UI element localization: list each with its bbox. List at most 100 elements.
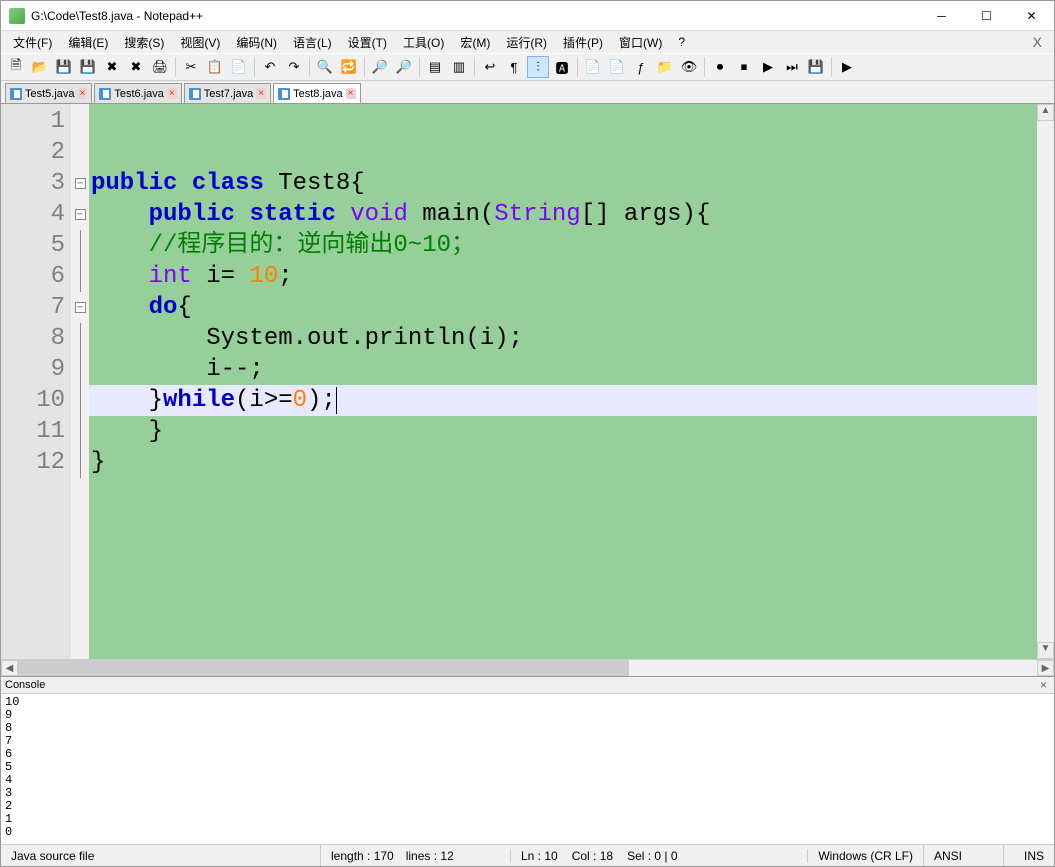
monitor-icon[interactable]: 👁	[678, 56, 700, 78]
undo-icon[interactable]: ↶	[259, 56, 281, 78]
record-icon[interactable]: ⏺	[709, 56, 731, 78]
menu-window[interactable]: 窗口(W)	[611, 32, 670, 53]
menu-search[interactable]: 搜索(S)	[116, 32, 172, 53]
folder-icon[interactable]: 📁	[654, 56, 676, 78]
toolbar-separator	[175, 57, 176, 77]
vertical-scrollbar[interactable]: ▲ ▼	[1037, 104, 1054, 659]
status-ln: Ln : 10	[521, 849, 558, 863]
tab-test5[interactable]: Test5.java ×	[5, 83, 92, 103]
tab-label: Test7.java	[204, 88, 254, 100]
tab-test8[interactable]: Test8.java ×	[273, 83, 360, 103]
tab-label: Test6.java	[114, 88, 164, 100]
toolbar-separator	[364, 57, 365, 77]
status-position: Ln : 10 Col : 18 Sel : 0 | 0	[511, 849, 808, 863]
paste-icon[interactable]: 📄	[228, 56, 250, 78]
print-icon[interactable]: 🖨	[149, 56, 171, 78]
redo-icon[interactable]: ↷	[283, 56, 305, 78]
zoom-out-icon[interactable]: 🔎	[393, 56, 415, 78]
user-lang-icon[interactable]: 🅰	[551, 56, 573, 78]
func-list-icon[interactable]: ƒ	[630, 56, 652, 78]
scroll-track[interactable]	[1037, 121, 1054, 642]
menu-language[interactable]: 语言(L)	[285, 32, 340, 53]
file-icon	[278, 88, 290, 100]
menu-help[interactable]: ?	[670, 33, 693, 51]
fold-column	[71, 104, 89, 659]
menu-settings[interactable]: 设置(T)	[340, 32, 395, 53]
menu-file[interactable]: 文件(F)	[5, 32, 60, 53]
file-icon	[10, 88, 22, 100]
code-editor[interactable]: public class Test8{ public static void m…	[89, 104, 1037, 659]
menu-tools[interactable]: 工具(O)	[395, 32, 452, 53]
minimize-button[interactable]: ─	[919, 1, 964, 30]
tab-test6[interactable]: Test6.java ×	[94, 83, 181, 103]
doc-list-icon[interactable]: 📄	[606, 56, 628, 78]
tab-close-icon[interactable]: ×	[78, 88, 88, 99]
playback-icon[interactable]: ⏭	[781, 56, 803, 78]
status-sel: Sel : 0 | 0	[627, 849, 677, 863]
menu-docclose-icon[interactable]: X	[1025, 34, 1050, 50]
tab-close-icon[interactable]: ×	[167, 88, 177, 99]
status-filetype: Java source file	[1, 845, 321, 866]
menu-encoding[interactable]: 编码(N)	[228, 32, 285, 53]
menu-edit[interactable]: 编辑(E)	[60, 32, 116, 53]
menu-run[interactable]: 运行(R)	[498, 32, 555, 53]
app-icon	[9, 8, 25, 24]
close-button[interactable]: ✕	[1009, 1, 1054, 30]
save-macro-icon[interactable]: 💾	[805, 56, 827, 78]
tab-label: Test5.java	[25, 88, 75, 100]
new-file-icon[interactable]: 🗎	[5, 56, 27, 78]
menu-macro[interactable]: 宏(M)	[452, 32, 498, 53]
file-icon	[99, 88, 111, 100]
console-close-icon[interactable]: ×	[1037, 678, 1050, 692]
doc-map-icon[interactable]: 📄	[582, 56, 604, 78]
toolbar-separator	[704, 57, 705, 77]
copy-icon[interactable]: 📋	[204, 56, 226, 78]
tab-close-icon[interactable]: ×	[346, 88, 356, 99]
scroll-thumb[interactable]	[18, 660, 629, 676]
stop-icon[interactable]: ⏹	[733, 56, 755, 78]
title-bar: G:\Code\Test8.java - Notepad++ ─ ☐ ✕	[1, 1, 1054, 31]
tab-close-icon[interactable]: ×	[256, 88, 266, 99]
console-title: Console	[5, 679, 45, 691]
file-icon	[189, 88, 201, 100]
indent-guide-icon[interactable]: ⫶	[527, 56, 549, 78]
close-file-icon[interactable]: ✖	[101, 56, 123, 78]
save-icon[interactable]: 💾	[53, 56, 75, 78]
cut-icon[interactable]: ✂	[180, 56, 202, 78]
save-all-icon[interactable]: 💾	[77, 56, 99, 78]
menu-view[interactable]: 视图(V)	[172, 32, 228, 53]
replace-icon[interactable]: 🔁	[338, 56, 360, 78]
status-col: Col : 18	[572, 849, 613, 863]
toolbar-separator	[254, 57, 255, 77]
status-bar: Java source file length : 170 lines : 12…	[1, 844, 1054, 866]
tab-label: Test8.java	[293, 88, 343, 100]
line-number-gutter: 123456789101112	[1, 104, 71, 659]
sync-vert-icon[interactable]: ▤	[424, 56, 446, 78]
status-lines: lines : 12	[406, 849, 454, 863]
window-controls: ─ ☐ ✕	[919, 1, 1054, 30]
toolbar-separator	[309, 57, 310, 77]
maximize-button[interactable]: ☐	[964, 1, 1009, 30]
scroll-up-icon[interactable]: ▲	[1037, 104, 1054, 121]
console-output[interactable]: 109876543210	[1, 694, 1054, 844]
find-icon[interactable]: 🔍	[314, 56, 336, 78]
menu-plugins[interactable]: 插件(P)	[555, 32, 611, 53]
wrap-icon[interactable]: ↩	[479, 56, 501, 78]
scroll-track[interactable]	[18, 660, 1037, 676]
toolbar-separator	[577, 57, 578, 77]
open-file-icon[interactable]: 📂	[29, 56, 51, 78]
editor-area: 123456789101112 public class Test8{ publ…	[1, 103, 1054, 676]
horizontal-scrollbar[interactable]: ◀ ▶	[1, 659, 1054, 676]
tab-test7[interactable]: Test7.java ×	[184, 83, 271, 103]
console-header: Console ×	[1, 676, 1054, 694]
close-all-icon[interactable]: ✖	[125, 56, 147, 78]
scroll-left-icon[interactable]: ◀	[1, 660, 18, 676]
scroll-down-icon[interactable]: ▼	[1037, 642, 1054, 659]
zoom-in-icon[interactable]: 🔎	[369, 56, 391, 78]
run-script-icon[interactable]: ▶	[836, 56, 858, 78]
all-chars-icon[interactable]: ¶	[503, 56, 525, 78]
toolbar-separator	[474, 57, 475, 77]
sync-horiz-icon[interactable]: ▥	[448, 56, 470, 78]
play-icon[interactable]: ▶	[757, 56, 779, 78]
scroll-right-icon[interactable]: ▶	[1037, 660, 1054, 676]
